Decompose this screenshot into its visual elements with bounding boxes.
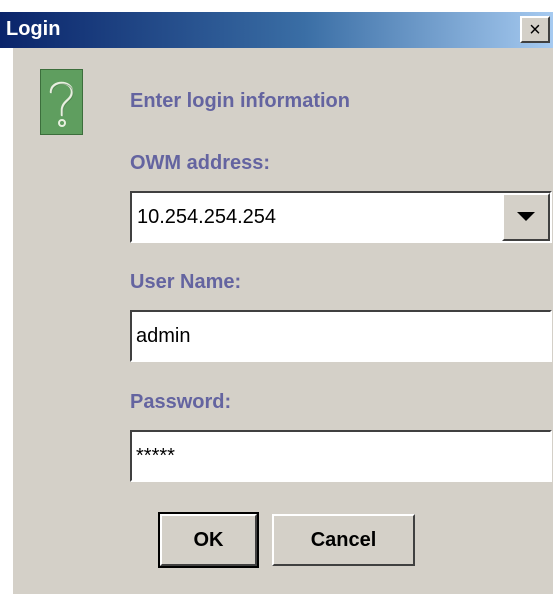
close-button[interactable]: × <box>520 16 550 43</box>
title-bar[interactable]: Login × <box>0 12 553 48</box>
owm-address-value[interactable]: 10.254.254.254 <box>137 206 276 229</box>
password-input[interactable] <box>130 430 552 482</box>
user-name-input[interactable] <box>130 310 552 362</box>
dropdown-button[interactable] <box>502 193 550 241</box>
dialog-body: Enter login information OWM address: 10.… <box>13 48 553 594</box>
owm-address-label: OWM address: <box>130 152 271 174</box>
user-name-label: User Name: <box>130 271 242 293</box>
ok-button[interactable]: OK <box>158 512 259 568</box>
cancel-button[interactable]: Cancel <box>272 514 415 566</box>
owm-address-combobox[interactable]: 10.254.254.254 <box>130 191 552 243</box>
close-icon: × <box>529 18 541 41</box>
question-icon <box>40 69 83 135</box>
login-dialog: Login × Enter login information OWM addr… <box>0 0 553 594</box>
chevron-down-icon <box>517 212 535 221</box>
password-label: Password: <box>130 391 232 413</box>
dialog-heading: Enter login information <box>130 90 350 112</box>
window-title: Login <box>6 18 61 40</box>
